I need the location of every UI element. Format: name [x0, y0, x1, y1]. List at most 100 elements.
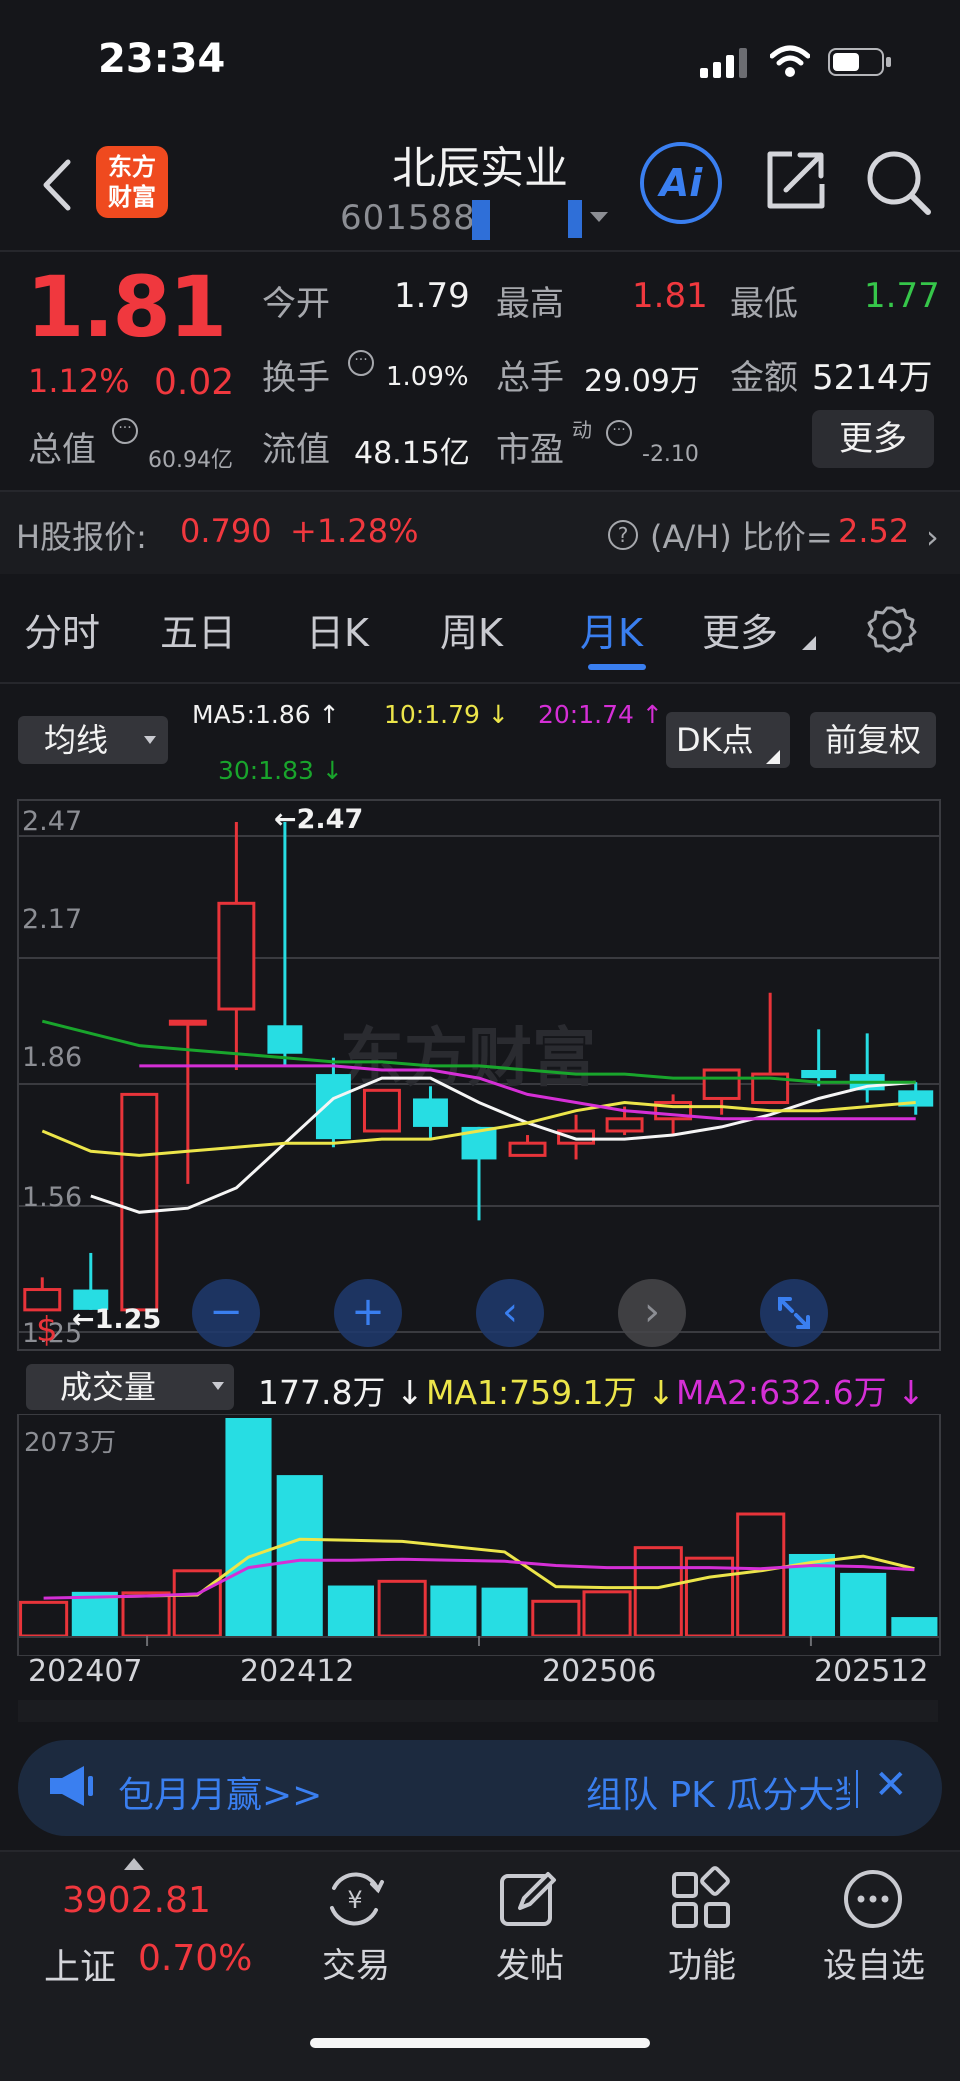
turnover-info-icon[interactable]: ···	[348, 350, 374, 376]
wifi-icon	[770, 45, 810, 77]
volume-chart[interactable]	[0, 1414, 960, 1656]
mktcap-info-icon[interactable]: ···	[112, 418, 138, 444]
volume-indicator-select[interactable]: 成交量	[26, 1364, 234, 1410]
min-price-label: 1.25	[94, 1304, 162, 1335]
stock-name: 北辰实业	[392, 143, 568, 194]
candle-body-up	[605, 1117, 644, 1133]
volume-bar-up	[736, 1512, 786, 1638]
forward-adjust-button[interactable]: 前复权	[810, 712, 936, 768]
volume-bar-down	[225, 1418, 272, 1636]
hshare-percent: +1.28%	[290, 512, 419, 550]
chevron-right-icon[interactable]: ›	[926, 518, 939, 556]
watchlist-more-icon[interactable]	[840, 1866, 906, 1932]
mktcap-value: 60.94亿	[148, 448, 233, 473]
tab-intraday[interactable]: 分时	[24, 602, 100, 657]
y-label-1: 2.17	[22, 904, 83, 935]
battery-icon	[828, 48, 891, 76]
zoom-out-button[interactable]: −	[192, 1279, 260, 1347]
search-icon[interactable]	[862, 146, 934, 218]
float-value: 48.15亿	[354, 436, 470, 471]
ma5-readout: MA5:1.86 ↑	[192, 700, 340, 729]
tab-more[interactable]: 更多	[702, 602, 778, 657]
hshare-label: H股报价:	[16, 518, 147, 556]
svg-text:¥: ¥	[347, 1886, 362, 1914]
high-label: 最高	[496, 284, 564, 324]
logo-line1: 东方	[108, 153, 156, 181]
index-name[interactable]: 上证	[44, 1938, 116, 1990]
open-label: 今开	[262, 284, 330, 324]
tab-five-day[interactable]: 五日	[160, 602, 236, 657]
candle-body-up	[557, 1129, 596, 1145]
banner-right-text[interactable]: 组队 PK 瓜分大奖	[586, 1766, 850, 1818]
volume-max-label: 2073万	[24, 1428, 117, 1458]
trade-icon[interactable]: ¥	[322, 1866, 388, 1932]
float-label: 流值	[262, 430, 330, 470]
volume-bar-up	[684, 1556, 735, 1638]
candle-body-down	[413, 1098, 448, 1127]
functions-grid-icon[interactable]	[668, 1866, 734, 1932]
pe-info-icon[interactable]: ···	[606, 420, 632, 446]
ma20-readout: 20:1.74 ↑	[538, 700, 663, 729]
nav-watchlist-label[interactable]: 设自选	[804, 1938, 944, 1987]
dollar-marker-icon: $	[36, 1310, 58, 1350]
y-label-0: 2.47	[22, 806, 83, 837]
fullscreen-button[interactable]	[760, 1279, 828, 1347]
max-price-label: 2.47	[296, 804, 364, 835]
ai-assistant-button[interactable]: Ai	[640, 142, 722, 224]
settings-gear-icon[interactable]	[866, 604, 918, 656]
pan-left-button[interactable]: ‹	[476, 1279, 544, 1347]
candle-body-up	[120, 1092, 159, 1312]
volume-bar-up	[19, 1600, 69, 1638]
tab-weekly[interactable]: 周K	[440, 602, 503, 657]
kline-chart[interactable]: 东方财富	[0, 798, 960, 1358]
amount-label: 金额	[730, 358, 798, 398]
tab-daily[interactable]: 日K	[306, 602, 369, 657]
index-expand-icon[interactable]	[124, 1858, 144, 1870]
watermark-text: 东方财富	[340, 1022, 596, 1096]
y-label-2: 1.86	[22, 1042, 83, 1073]
chart-bottom-strip	[18, 1700, 938, 1722]
banner-close-button[interactable]: ✕	[874, 1762, 908, 1808]
app-logo: 东方 财富	[96, 146, 168, 218]
y-label-3: 1.56	[22, 1182, 83, 1213]
ma-line-ma5	[90, 1076, 916, 1214]
nav-post-label[interactable]: 发帖	[460, 1938, 600, 1987]
ma-select-label: 均线	[44, 721, 109, 759]
amount-value: 5214万	[812, 358, 933, 398]
zoom-in-button[interactable]: +	[334, 1279, 402, 1347]
candle-body-down	[267, 1025, 303, 1054]
pe-label: 市盈	[496, 430, 564, 470]
active-tab-indicator	[588, 664, 646, 670]
text-selection-handle-end	[568, 200, 582, 238]
help-icon[interactable]: ?	[608, 520, 638, 550]
volume-bar-down	[276, 1475, 323, 1636]
volume-bar-down	[481, 1587, 528, 1636]
more-quote-button[interactable]: 更多	[812, 410, 934, 468]
high-value: 1.81	[632, 276, 708, 316]
megaphone-icon	[50, 1766, 93, 1806]
candle-body-down	[801, 1070, 837, 1079]
turnover-value: 1.09%	[386, 362, 469, 392]
share-icon[interactable]	[762, 146, 830, 214]
pe-dynamic-sup: 动	[572, 418, 592, 442]
back-button[interactable]	[30, 150, 90, 220]
index-percent[interactable]: 0.70%	[138, 1938, 252, 1979]
volume-bar-down	[891, 1617, 938, 1636]
cellular-signal-icon	[700, 48, 747, 78]
nav-functions-label[interactable]: 功能	[632, 1938, 772, 1987]
banner-left-text[interactable]: 包月月赢>>	[118, 1766, 322, 1818]
candle-body-up	[508, 1141, 547, 1157]
stock-switch-caret-icon[interactable]	[590, 212, 608, 222]
volume-label: 总手	[496, 358, 564, 398]
index-value[interactable]: 3902.81	[62, 1880, 211, 1921]
nav-trade-label[interactable]: 交易	[286, 1938, 426, 1987]
change-percent: 1.12%	[28, 362, 130, 400]
volume-bar-up	[121, 1591, 171, 1638]
volume-bar-down	[327, 1585, 374, 1636]
ma30-readout: 30:1.83 ↓	[218, 756, 343, 785]
post-icon[interactable]	[496, 1866, 562, 1932]
open-value: 1.79	[394, 276, 470, 316]
pan-right-button[interactable]: ›	[618, 1279, 686, 1347]
tab-monthly[interactable]: 月K	[580, 602, 643, 657]
candle-body-up	[217, 901, 256, 1011]
